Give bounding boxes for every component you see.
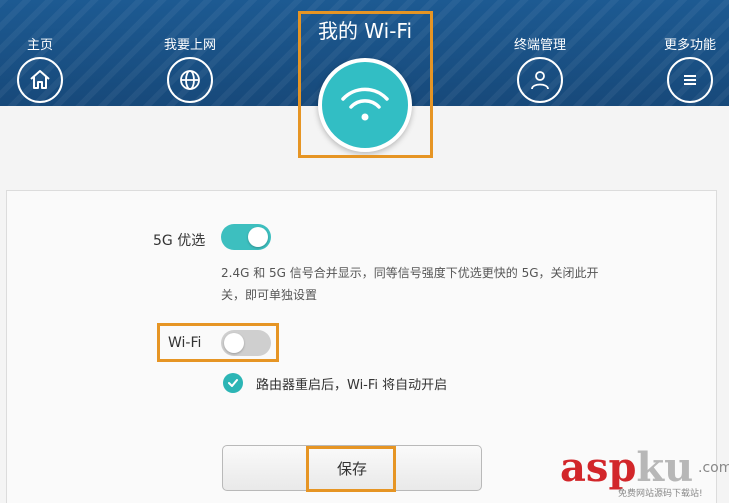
watermark-brand-b: ku bbox=[636, 444, 694, 491]
auto-on-checkbox[interactable] bbox=[223, 373, 243, 393]
highlight-save-button bbox=[306, 446, 396, 492]
band-5g-description: 2.4G 和 5G 信号合并显示，同等信号强度下优选更快的 5G，关闭此开关，即… bbox=[221, 266, 599, 302]
nav-home-label: 主页 bbox=[26, 38, 53, 53]
band-5g-label: 5G 优选 bbox=[153, 233, 206, 249]
wifi-label: Wi-Fi bbox=[168, 335, 202, 351]
watermark-suffix: .com bbox=[698, 460, 729, 476]
globe-icon bbox=[167, 57, 213, 103]
band-5g-toggle[interactable] bbox=[221, 224, 271, 250]
user-icon bbox=[517, 57, 563, 103]
wifi-toggle[interactable] bbox=[221, 330, 271, 356]
home-icon bbox=[17, 57, 63, 103]
checkmark-icon bbox=[228, 379, 238, 387]
watermark-logo: aspku .com 免费网站源码下载站! bbox=[560, 446, 729, 503]
nav-devices-label: 终端管理 bbox=[513, 38, 566, 53]
nav-more-label: 更多功能 bbox=[663, 38, 716, 53]
menu-icon bbox=[667, 57, 713, 103]
nav-internet-label: 我要上网 bbox=[163, 38, 216, 53]
watermark-brand-a: asp bbox=[560, 444, 637, 491]
auto-on-label: 路由器重启后，Wi-Fi 将自动开启 bbox=[256, 378, 448, 393]
watermark-tagline: 免费网站源码下载站! bbox=[618, 489, 703, 499]
highlight-my-wifi bbox=[298, 11, 433, 158]
